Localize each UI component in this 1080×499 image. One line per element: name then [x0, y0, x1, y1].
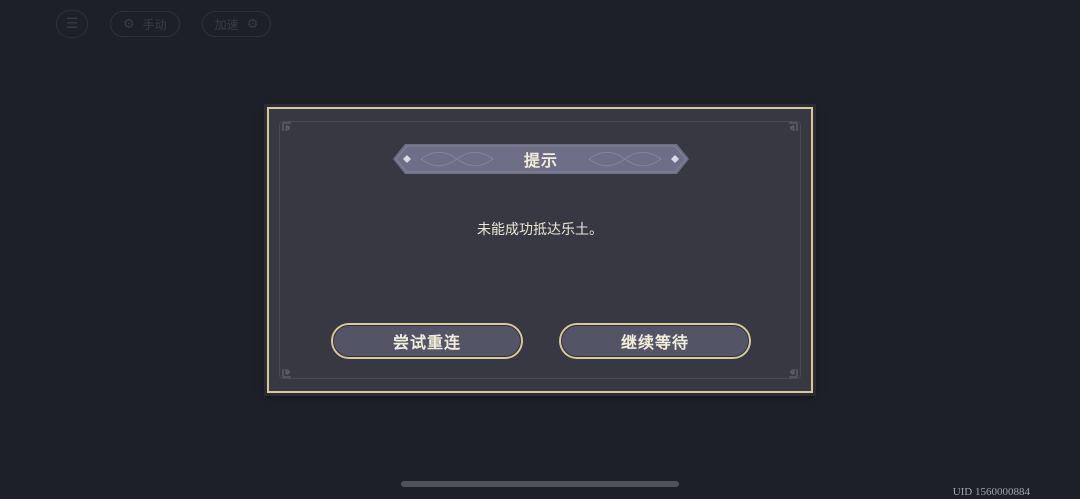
menu-icon: ☰ [65, 16, 79, 32]
top-hud: ☰ ⚙ 手动 加速 ⚙ [56, 10, 272, 38]
speed-label: 加速 [214, 17, 239, 32]
alert-dialog: 提示 未能成功抵达乐土。 尝试重连 继续等待 [267, 107, 813, 393]
gear-icon: ⚙ [123, 16, 135, 32]
corner-ornament-icon [789, 369, 798, 378]
game-screen: ☰ ⚙ 手动 加速 ⚙ 提示 未能成功抵达乐土。 尝试重连 继续等待 UID 1… [0, 0, 1080, 499]
corner-ornament-icon [789, 122, 798, 131]
dialog-message: 未能成功抵达乐土。 [477, 222, 603, 238]
corner-ornament-icon [282, 122, 291, 131]
retry-connect-button[interactable]: 尝试重连 [331, 323, 523, 359]
continue-waiting-label: 继续等待 [561, 325, 749, 357]
gear-icon: ⚙ [246, 16, 259, 32]
menu-button[interactable]: ☰ [56, 10, 88, 38]
corner-ornament-icon [282, 369, 291, 378]
auto-button[interactable]: ⚙ 手动 [110, 11, 180, 37]
title-banner: 提示 [393, 144, 689, 174]
dialog-title: 提示 [523, 151, 558, 170]
uid-label: UID 1560000884 [952, 486, 1030, 498]
retry-connect-label: 尝试重连 [333, 325, 521, 357]
auto-label: 手动 [142, 17, 167, 32]
home-indicator[interactable] [401, 481, 679, 487]
speed-button[interactable]: 加速 ⚙ [201, 11, 272, 37]
continue-waiting-button[interactable]: 继续等待 [559, 323, 751, 359]
